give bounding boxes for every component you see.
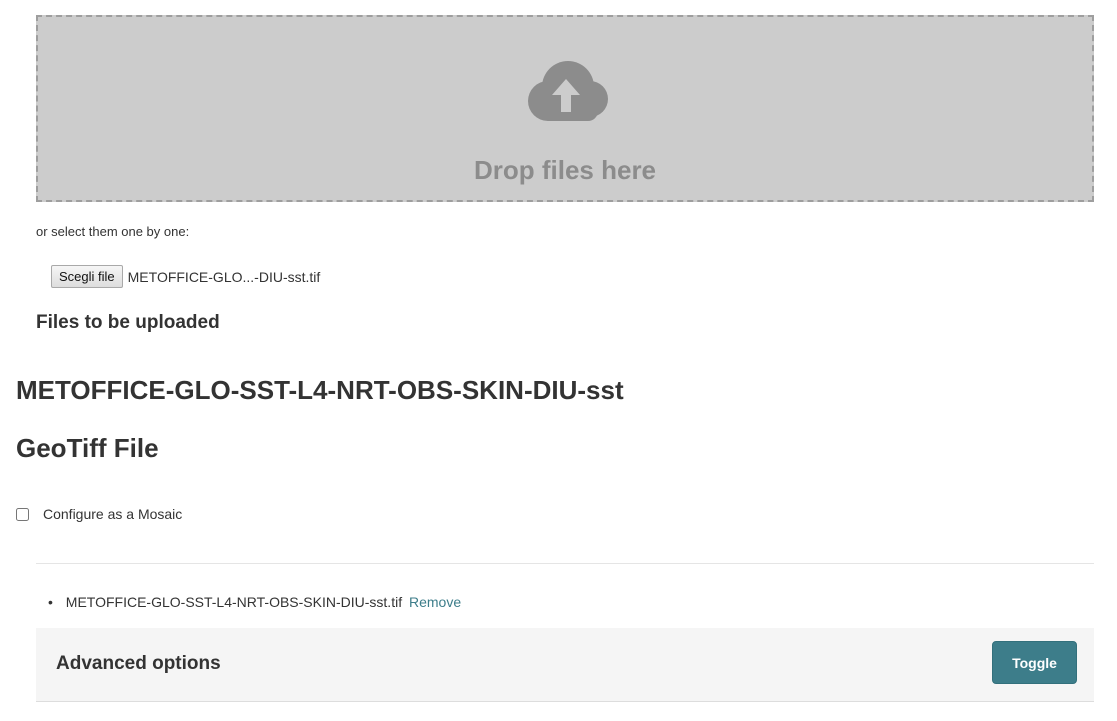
chosen-file-name: METOFFICE-GLO...-DIU-sst.tif [127, 268, 321, 285]
cloud-upload-icon [528, 61, 608, 121]
drop-zone[interactable]: Drop files here [36, 15, 1094, 202]
divider [36, 563, 1094, 564]
advanced-options-title: Advanced options [56, 653, 221, 674]
mosaic-option[interactable]: Configure as a Mosaic [16, 506, 182, 522]
upload-page: Drop files here or select them one by on… [0, 0, 1117, 721]
advanced-options-panel: Advanced options Toggle [36, 628, 1094, 702]
file-type-heading: GeoTiff File [16, 433, 159, 463]
mosaic-label: Configure as a Mosaic [43, 506, 183, 522]
file-list: METOFFICE-GLO-SST-L4-NRT-OBS-SKIN-DIU-ss… [48, 594, 461, 610]
mosaic-checkbox[interactable] [16, 507, 29, 521]
file-name: METOFFICE-GLO-SST-L4-NRT-OBS-SKIN-DIU-ss… [65, 594, 403, 610]
list-item: METOFFICE-GLO-SST-L4-NRT-OBS-SKIN-DIU-ss… [48, 594, 461, 610]
files-to-upload-heading: Files to be uploaded [36, 312, 220, 333]
select-instructions: or select them one by one: [36, 224, 190, 239]
choose-file-button[interactable]: Scegli file [51, 265, 123, 288]
file-chooser: Scegli file METOFFICE-GLO...-DIU-sst.tif [51, 265, 320, 288]
remove-link[interactable]: Remove [409, 594, 461, 610]
drop-files-label: Drop files here [473, 155, 657, 185]
dataset-title: METOFFICE-GLO-SST-L4-NRT-OBS-SKIN-DIU-ss… [16, 375, 624, 405]
toggle-button[interactable]: Toggle [992, 641, 1077, 684]
